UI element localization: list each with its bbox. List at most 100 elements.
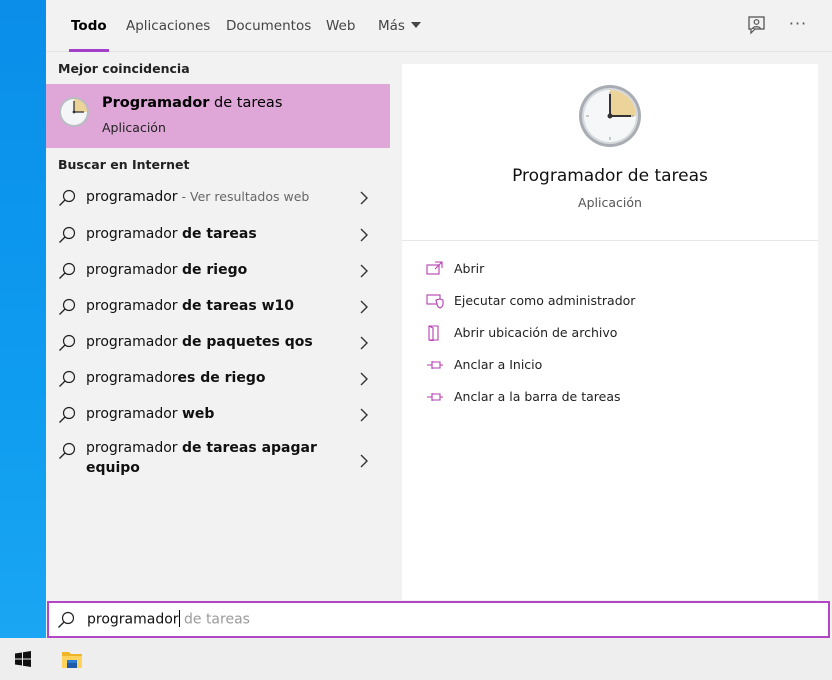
results-pane: Mejor coincidencia Programador de tareas… xyxy=(46,52,390,600)
search-window: Todo Aplicaciones Documentos Web Más ···… xyxy=(46,0,832,638)
tab-web[interactable]: Web xyxy=(326,0,355,52)
search-icon xyxy=(59,262,76,279)
web-search-suggestion[interactable]: programador - Ver resultados web xyxy=(46,180,390,216)
chevron-right-icon xyxy=(360,336,368,350)
chevron-right-icon xyxy=(360,300,368,314)
suggestion-text: programador de tareas w10 xyxy=(86,298,294,314)
suggestion-text: programador de paquetes qos xyxy=(86,334,313,350)
suggestion-normal-text: programador xyxy=(86,262,182,278)
tab-label: Todo xyxy=(71,18,107,34)
tab-label: Documentos xyxy=(226,18,312,34)
action-pin-to-taskbar[interactable]: Anclar a la barra de tareas xyxy=(424,386,804,410)
folder-icon xyxy=(62,652,82,668)
chevron-right-icon xyxy=(360,191,368,205)
suggestion-text: programador - Ver resultados web xyxy=(86,189,309,205)
tab-aplicaciones[interactable]: Aplicaciones xyxy=(126,0,210,52)
search-box[interactable]: programador de tareas xyxy=(47,601,830,638)
pin-icon xyxy=(427,393,443,401)
web-search-suggestion[interactable]: programador de tareas xyxy=(46,217,390,253)
action-label: Ejecutar como administrador xyxy=(454,293,636,308)
web-search-heading: Buscar en Internet xyxy=(58,157,190,172)
chevron-right-icon xyxy=(360,228,368,242)
search-icon xyxy=(59,370,76,387)
ellipsis-icon: ··· xyxy=(788,14,808,33)
web-search-suggestion[interactable]: programador de tareas w10 xyxy=(46,289,390,325)
action-label: Anclar a la barra de tareas xyxy=(454,389,621,404)
suggestion-normal-text: programador xyxy=(86,406,182,422)
search-tabs-bar: Todo Aplicaciones Documentos Web Más ··· xyxy=(46,0,832,52)
suggestion-normal-text: programador xyxy=(86,370,178,386)
suggestion-normal-text: programador xyxy=(86,334,182,350)
suggestion-bold-text: de riego xyxy=(182,262,248,278)
action-label: Anclar a Inicio xyxy=(454,357,543,372)
feedback-button[interactable] xyxy=(746,14,768,36)
clock-icon xyxy=(579,85,641,147)
open-icon xyxy=(426,261,443,275)
best-match-title-rest: de tareas xyxy=(209,95,283,111)
preview-subtitle: Aplicación xyxy=(578,195,642,210)
taskbar xyxy=(0,638,832,680)
best-match-result[interactable]: Programador de tareas Aplicación xyxy=(46,84,390,148)
search-icon xyxy=(59,226,76,243)
best-match-subtitle: Aplicación xyxy=(102,120,166,135)
search-icon xyxy=(58,611,75,628)
suggestion-bold-text: web xyxy=(182,406,215,422)
tab-todo[interactable]: Todo xyxy=(69,0,109,52)
search-icon xyxy=(59,189,76,206)
web-search-suggestion[interactable]: programadores de riego xyxy=(46,361,390,397)
best-match-title-bold: Programador xyxy=(102,95,210,111)
tab-mas[interactable]: Más xyxy=(378,0,421,52)
chevron-right-icon xyxy=(360,372,368,386)
action-run-as-admin[interactable]: Ejecutar como administrador xyxy=(424,290,804,314)
chevron-right-icon xyxy=(360,408,368,422)
web-search-suggestion[interactable]: programador de paquetes qos xyxy=(46,325,390,361)
suggestion-bold-text: de tareas xyxy=(182,226,257,242)
best-match-heading: Mejor coincidencia xyxy=(58,61,190,76)
web-search-suggestion[interactable]: programador de tareas apagar equipo xyxy=(46,433,390,489)
tab-label: Web xyxy=(326,18,356,34)
feedback-icon xyxy=(748,16,765,35)
suggestion-bold-text: de tareas w10 xyxy=(182,298,294,314)
file-explorer-button[interactable] xyxy=(50,638,94,680)
action-pin-to-start[interactable]: Anclar a Inicio xyxy=(424,354,804,378)
search-icon xyxy=(59,334,76,351)
divider xyxy=(402,240,818,241)
file-location-icon xyxy=(428,325,439,341)
tab-label: Aplicaciones xyxy=(126,18,211,34)
clock-icon xyxy=(59,97,89,127)
suggestion-bold-text: es de riego xyxy=(177,370,266,386)
suggestion-normal-text: programador xyxy=(86,189,178,205)
suggestion-text: programadores de riego xyxy=(86,370,265,386)
more-options-button[interactable]: ··· xyxy=(786,12,810,36)
suggestion-normal-text: programador xyxy=(86,298,182,314)
best-match-title: Programador de tareas xyxy=(102,95,282,111)
action-label: Abrir ubicación de archivo xyxy=(454,325,618,340)
search-icon xyxy=(59,298,76,315)
web-search-suggestion[interactable]: programador de riego xyxy=(46,253,390,289)
action-open-file-location[interactable]: Abrir ubicación de archivo xyxy=(424,322,804,346)
action-open[interactable]: Abrir xyxy=(424,258,804,282)
windows-logo-icon xyxy=(15,651,31,667)
chevron-right-icon xyxy=(360,454,368,468)
preview-title: Programador de tareas xyxy=(512,166,708,186)
text-caret xyxy=(178,610,180,627)
desktop-background xyxy=(0,0,46,638)
search-icon xyxy=(59,442,76,459)
tab-label: Más xyxy=(378,18,405,34)
tab-documentos[interactable]: Documentos xyxy=(226,0,311,52)
chevron-down-icon xyxy=(410,22,421,28)
search-icon xyxy=(59,406,76,423)
search-typed-text: programador xyxy=(87,611,179,628)
suggestion-hint: - Ver resultados web xyxy=(177,189,310,204)
preview-pane: Programador de tareas Aplicación Abrir E… xyxy=(402,64,818,600)
suggestion-bold-text: de paquetes qos xyxy=(182,334,313,350)
run-as-admin-icon xyxy=(426,294,444,309)
action-label: Abrir xyxy=(454,261,485,276)
start-button[interactable] xyxy=(0,638,46,680)
suggestion-text: programador de tareas xyxy=(86,226,257,242)
web-search-suggestion[interactable]: programador web xyxy=(46,397,390,433)
search-input[interactable]: programador de tareas xyxy=(87,610,250,628)
pin-icon xyxy=(427,361,443,369)
suggestion-normal-text: programador xyxy=(86,226,182,242)
suggestion-text: programador de riego xyxy=(86,262,247,278)
